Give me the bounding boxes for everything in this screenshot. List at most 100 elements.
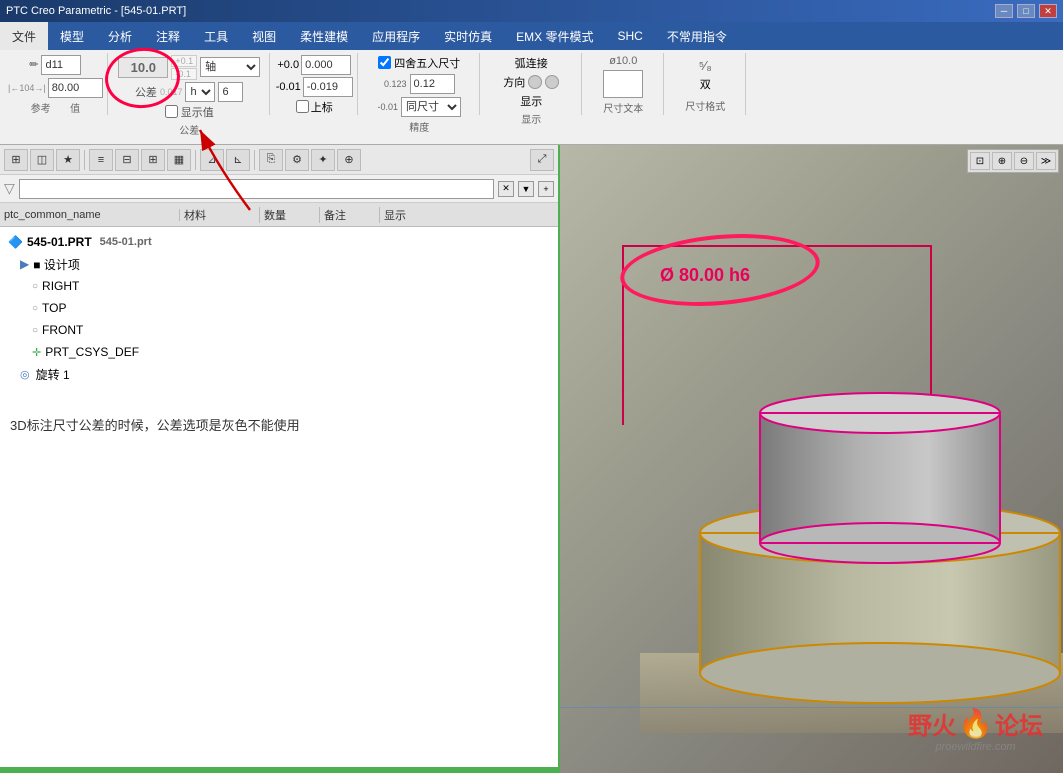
watermark-url: proewildfire.com (936, 741, 1016, 753)
view-btn-zoom-out[interactable]: ⊖ (1014, 152, 1034, 170)
dim-neg-input[interactable] (303, 77, 353, 97)
watermark-forum: 论坛 (995, 706, 1043, 741)
sep-3 (254, 150, 255, 170)
tree-root-label: 545-01.PRT (27, 235, 92, 249)
toolbar-btn-3[interactable]: ★ (56, 149, 80, 171)
filter-icon: ▽ (4, 180, 15, 197)
h6-input[interactable] (218, 82, 243, 102)
menu-model[interactable]: 模型 (48, 22, 96, 50)
toolbar-btn-settings[interactable]: ⚙ (285, 149, 309, 171)
menu-flexible[interactable]: 柔性建模 (288, 22, 360, 50)
show-value-checkbox[interactable] (165, 105, 178, 118)
upper-mark-label: 上标 (311, 99, 333, 115)
toolbar-btn-expand[interactable]: ⤢ (530, 149, 554, 171)
tree-prt-csys-label: PRT_CSYS_DEF (45, 345, 139, 359)
tol-lower-ref: -0.1 (171, 68, 197, 80)
upper-mark-checkbox[interactable] (296, 100, 309, 113)
tree-item-design[interactable]: ▶ ■ 设计项 (0, 253, 558, 275)
filter-clear-btn[interactable]: ✕ (498, 181, 514, 197)
dim-text-box[interactable] (603, 70, 643, 98)
toolbar-btn-grid[interactable]: ⊞ (141, 149, 165, 171)
view-toolbar: ⊡ ⊕ ⊖ ≫ (967, 149, 1059, 173)
tree-item-root[interactable]: 🔷 545-01.PRT 545-01.prt (0, 231, 558, 253)
menu-tools[interactable]: 工具 (192, 22, 240, 50)
arc-connect-label: 弧连接 (515, 55, 548, 71)
menu-file[interactable]: 文件 (0, 22, 48, 50)
maximize-button[interactable]: □ (1017, 4, 1035, 18)
toolbar-btn-more[interactable]: ✦ (311, 149, 335, 171)
toolbar-btn-2[interactable]: ◫ (30, 149, 54, 171)
tree-item-right[interactable]: ○ RIGHT (0, 275, 558, 297)
view-btn-zoom-in[interactable]: ⊕ (992, 152, 1012, 170)
cylinder-scene (640, 313, 1063, 733)
note-text: 3D标注尺寸公差的时候，公差选项是灰色不能使用 (10, 415, 558, 434)
precision-group-label: 精度 (364, 117, 475, 134)
menu-unusual[interactable]: 不常用指令 (655, 22, 739, 50)
tree-panel[interactable]: 🔷 545-01.PRT 545-01.prt ▶ ■ 设计项 ○ RIGHT … (0, 227, 558, 767)
menu-emx[interactable]: EMX 零件模式 (504, 22, 605, 50)
toolbar-btn-1[interactable]: ⊞ (4, 149, 28, 171)
filter-bar: ▽ ✕ ▼ + (0, 175, 558, 203)
display-group-label: 显示 (486, 109, 577, 126)
menu-view[interactable]: 视图 (240, 22, 288, 50)
dim-val-label: +0.0 (277, 59, 299, 71)
tree-item-top[interactable]: ○ TOP (0, 297, 558, 319)
direction-circle2[interactable] (545, 75, 559, 89)
dimension-name-input[interactable] (41, 55, 81, 75)
menu-simulation[interactable]: 实时仿真 (432, 22, 504, 50)
ref-value-label: 参考 值 (8, 98, 103, 115)
menu-analysis[interactable]: 分析 (96, 22, 144, 50)
dimension-annotation: Ø 80.00 h6 (660, 265, 750, 286)
close-button[interactable]: ✕ (1039, 4, 1057, 18)
file-icon: 🔷 (8, 235, 23, 249)
same-dim-select[interactable]: 同尺寸 (401, 97, 461, 117)
design-icon: ▶ (20, 257, 29, 271)
watermark: 野火 🔥 论坛 proewildfire.com (908, 706, 1043, 753)
tree-item-revolve[interactable]: ◎ 旋转 1 (0, 363, 558, 385)
right-panel[interactable]: ⊡ ⊕ ⊖ ≫ Ø 80.00 h6 (560, 145, 1063, 773)
tolerance-main-value: 10.0 (118, 57, 168, 78)
four-five-checkbox[interactable] (378, 56, 391, 69)
precision-input[interactable] (410, 74, 455, 94)
direction-circle1[interactable] (528, 75, 542, 89)
col-note-header: 备注 (320, 207, 380, 223)
titlebar-title: PTC Creo Parametric - [545-01.PRT] (6, 5, 186, 17)
ribbon-group-display: 弧连接 方向 显示 显示 (482, 53, 582, 115)
sep-1 (84, 150, 85, 170)
h-select[interactable]: h (185, 82, 215, 102)
col-display-header: 显示 (380, 207, 440, 223)
filter-input[interactable] (19, 179, 494, 199)
green-bar (0, 767, 558, 773)
dimtext-group-label: 尺寸文本 (588, 98, 659, 115)
view-btn-zoom-fit[interactable]: ⊡ (970, 152, 990, 170)
plane-icon-top: ○ (32, 303, 38, 314)
ribbon-group-dimformat: ⁵⁄₈ 双 尺寸格式 (666, 53, 746, 115)
ribbon-group-ref-value: ✏ |←104→| 参考 值 (4, 53, 108, 115)
menu-annotation[interactable]: 注释 (144, 22, 192, 50)
toolbar-btn-link[interactable]: ⊕ (337, 149, 361, 171)
tree-right-label: RIGHT (42, 279, 79, 293)
toolbar-btn-list1[interactable]: ≡ (89, 149, 113, 171)
menu-shc[interactable]: SHC (605, 22, 654, 50)
dim-val-input[interactable] (301, 55, 351, 75)
toolbar-btn-list2[interactable]: ⊟ (115, 149, 139, 171)
dimformat-group-label: 尺寸格式 (670, 96, 741, 113)
filter-expand-btn[interactable]: ▼ (518, 181, 534, 197)
toolbar-btn-tree1[interactable]: ⊾ (226, 149, 250, 171)
tolerance-sublabel: 公差 (135, 84, 157, 100)
minimize-button[interactable]: ─ (995, 4, 1013, 18)
menubar: 文件 模型 分析 注释 工具 视图 柔性建模 应用程序 实时仿真 EMX 零件模… (0, 22, 1063, 50)
toolbar-btn-layers[interactable]: ▦ (167, 149, 191, 171)
same-dim-prefix: -0.01 (378, 102, 399, 112)
view-btn-more[interactable]: ≫ (1036, 152, 1056, 170)
ribbon-group-tolerance: 10.0 +0.1 -0.1 轴 公差 0.017 h (110, 53, 270, 115)
axis-select[interactable]: 轴 (200, 57, 260, 77)
ribbon-group-precision: 四舍五入尺寸 0.123 -0.01 同尺寸 精度 (360, 53, 480, 115)
filter-add-btn[interactable]: + (538, 181, 554, 197)
toolbar-btn-copy[interactable]: ⎘ (259, 149, 283, 171)
tree-item-front[interactable]: ○ FRONT (0, 319, 558, 341)
toolbar-btn-filter[interactable]: ⊿ (200, 149, 224, 171)
value-input[interactable] (48, 78, 103, 98)
tree-item-prt-csys[interactable]: ✛ PRT_CSYS_DEF (0, 341, 558, 363)
menu-apps[interactable]: 应用程序 (360, 22, 432, 50)
